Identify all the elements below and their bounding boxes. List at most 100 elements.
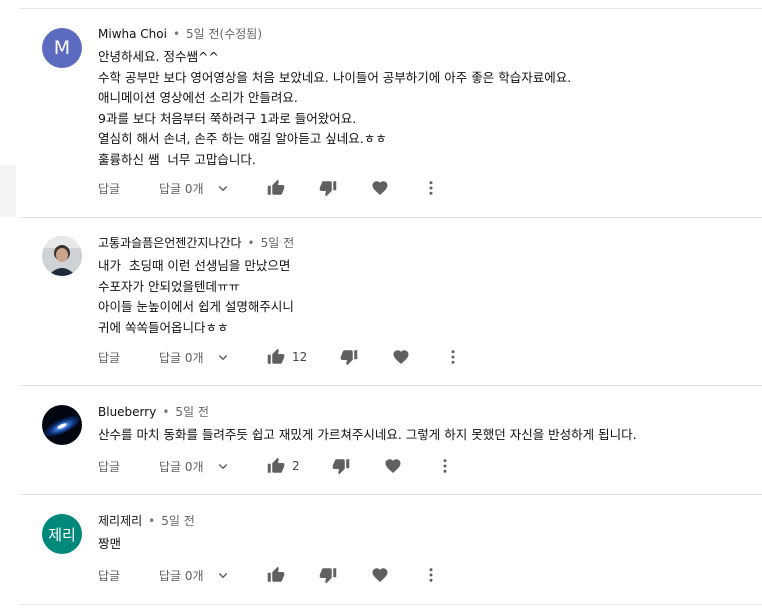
separator-dot: • <box>162 405 170 419</box>
heart-icon <box>384 457 402 475</box>
chevron-down-icon <box>214 179 232 197</box>
comment-line: 열심히 해서 손녀, 손주 하는 얘길 알아듣고 싶네요.ㅎㅎ <box>98 131 387 146</box>
thumb-down-icon <box>340 348 358 366</box>
comment-line: 귀에 쏙쏙들어옵니다ㅎㅎ <box>98 319 229 335</box>
dislike-button[interactable] <box>319 565 337 585</box>
avatar[interactable] <box>42 405 82 445</box>
chevron-down-icon <box>214 457 232 475</box>
more-options-button[interactable] <box>436 456 454 476</box>
replies-toggle[interactable]: 답글 0개 <box>159 347 232 367</box>
more-vert-icon <box>422 566 440 584</box>
comment-line: 수학 공부만 보다 영어영상을 처음 보았네요. 나이들어 공부하기에 아주 좋… <box>98 69 572 85</box>
thumb-down-icon <box>319 566 337 584</box>
dislike-button[interactable] <box>319 178 337 198</box>
thumb-down-icon <box>332 457 350 475</box>
thumb-up-icon <box>267 566 285 584</box>
replies-count: 답글 0개 <box>159 350 204 365</box>
thumb-up-icon <box>267 348 285 366</box>
like-button[interactable]: 12 <box>267 347 307 367</box>
comment-line: 산수를 마치 동화를 들려주듯 쉽고 재밌게 가르쳐주시네요. 그렇게 하지 못… <box>98 427 637 442</box>
like-count: 12 <box>292 350 308 364</box>
avatar[interactable]: 제리 <box>42 514 82 554</box>
comment-text: 산수를 마치 동화를 들려주듯 쉽고 재밌게 가르쳐주시네요. 그렇게 하지 못… <box>98 425 637 446</box>
chevron-down-icon <box>214 566 232 584</box>
comment-text: 안녕하세요. 정수쌤^^ 수학 공부만 보다 영어영상을 처음 보았네요. 나이들… <box>98 47 571 170</box>
comment-time[interactable]: 5일 전 <box>261 236 295 250</box>
author-name[interactable]: Miwha Choi <box>98 27 167 41</box>
avatar-letter: 제리 <box>48 525 76 544</box>
chevron-down-icon <box>214 348 232 366</box>
comment-line: 안녕하세요. 정수쌤^^ <box>98 49 219 64</box>
reply-button[interactable]: 답글 <box>98 178 120 198</box>
replies-toggle[interactable]: 답글 0개 <box>159 178 232 198</box>
separator-dot: • <box>247 236 255 250</box>
comment-text: 짱맨 <box>98 534 121 555</box>
comment-actions: 답글 답글 0개 12 <box>98 347 762 367</box>
comment-actions: 답글 답글 0개 <box>98 178 762 198</box>
more-options-button[interactable] <box>422 565 440 585</box>
comment-text: 내가 초딩때 이런 선생님을 만났으면수포자가 안되었을텐데ㅠㅠ 아이들 눈높이에… <box>98 256 294 338</box>
divider <box>20 8 762 9</box>
author-name[interactable]: Blueberry <box>98 405 156 419</box>
more-options-button[interactable] <box>422 178 440 198</box>
avatar-letter: M <box>53 37 71 59</box>
comment-line: 내가 초딩때 이런 선생님을 만났으면 <box>98 258 291 273</box>
reply-button[interactable]: 답글 <box>98 565 120 585</box>
heart-button[interactable] <box>371 565 389 585</box>
avatar[interactable] <box>42 236 82 276</box>
comment-header: 고통과슬픔은언젠간지나간다 • 5일 전 <box>98 234 294 252</box>
heart-button[interactable] <box>371 178 389 198</box>
comment-time[interactable]: 5일 전 <box>175 405 209 419</box>
separator-dot: • <box>148 514 156 528</box>
comment-time[interactable]: 5일 전 <box>161 514 195 528</box>
more-options-button[interactable] <box>444 347 462 367</box>
thumb-down-icon <box>319 179 337 197</box>
avatar-photo <box>42 405 82 445</box>
avatar[interactable]: M <box>42 28 82 68</box>
heart-icon <box>371 179 389 197</box>
divider <box>20 217 762 218</box>
comment-line: 9과를 보다 처음부터 쭉하려구 1과로 들어왔어요. <box>98 110 357 126</box>
dislike-button[interactable] <box>332 456 350 476</box>
comment-actions: 답글 답글 0개 <box>98 565 762 585</box>
avatar-photo <box>42 236 82 276</box>
more-vert-icon <box>436 457 454 475</box>
author-name[interactable]: 제리제리 <box>98 514 142 528</box>
replies-toggle[interactable]: 답글 0개 <box>159 456 232 476</box>
reply-button[interactable]: 답글 <box>98 347 120 367</box>
heart-button[interactable] <box>392 347 410 367</box>
more-vert-icon <box>422 179 440 197</box>
like-button[interactable]: 2 <box>267 456 300 476</box>
like-button[interactable] <box>267 565 292 585</box>
replies-count: 답글 0개 <box>159 568 204 583</box>
comment-actions: 답글 답글 0개 2 <box>98 456 762 476</box>
replies-count: 답글 0개 <box>159 459 204 474</box>
divider <box>20 385 762 386</box>
thumb-up-icon <box>267 457 285 475</box>
dislike-button[interactable] <box>340 347 358 367</box>
comment-time[interactable]: 5일 전(수정됨) <box>186 27 262 41</box>
separator-dot: • <box>172 27 181 41</box>
like-button[interactable] <box>267 178 292 198</box>
replies-toggle[interactable]: 답글 0개 <box>159 565 232 585</box>
comment-line: 수포자가 안되었을텐데ㅠㅠ <box>98 278 240 294</box>
divider <box>20 494 762 495</box>
author-name[interactable]: 고통과슬픔은언젠간지나간다 <box>98 236 242 250</box>
comment-line: 애니메이션 영상에선 소리가 안들려요. <box>98 90 298 105</box>
divider <box>20 604 762 605</box>
left-panel-strip <box>0 165 16 217</box>
comment-header: 제리제리 • 5일 전 <box>98 512 195 530</box>
heart-button[interactable] <box>384 456 402 476</box>
like-count: 2 <box>292 459 300 473</box>
heart-icon <box>392 348 410 366</box>
heart-icon <box>371 566 389 584</box>
reply-button[interactable]: 답글 <box>98 456 120 476</box>
thumb-up-icon <box>267 179 285 197</box>
comment-line: 훌륭하신 쌤 너무 고맙습니다. <box>98 151 256 167</box>
comment-line: 아이들 눈높이에서 쉽게 설명해주시니 <box>98 299 294 314</box>
comment-line: 짱맨 <box>98 536 122 551</box>
more-vert-icon <box>444 348 462 366</box>
comment-header: Blueberry • 5일 전 <box>98 403 209 421</box>
replies-count: 답글 0개 <box>159 181 204 196</box>
comment-header: Miwha Choi • 5일 전(수정됨) <box>98 25 262 43</box>
